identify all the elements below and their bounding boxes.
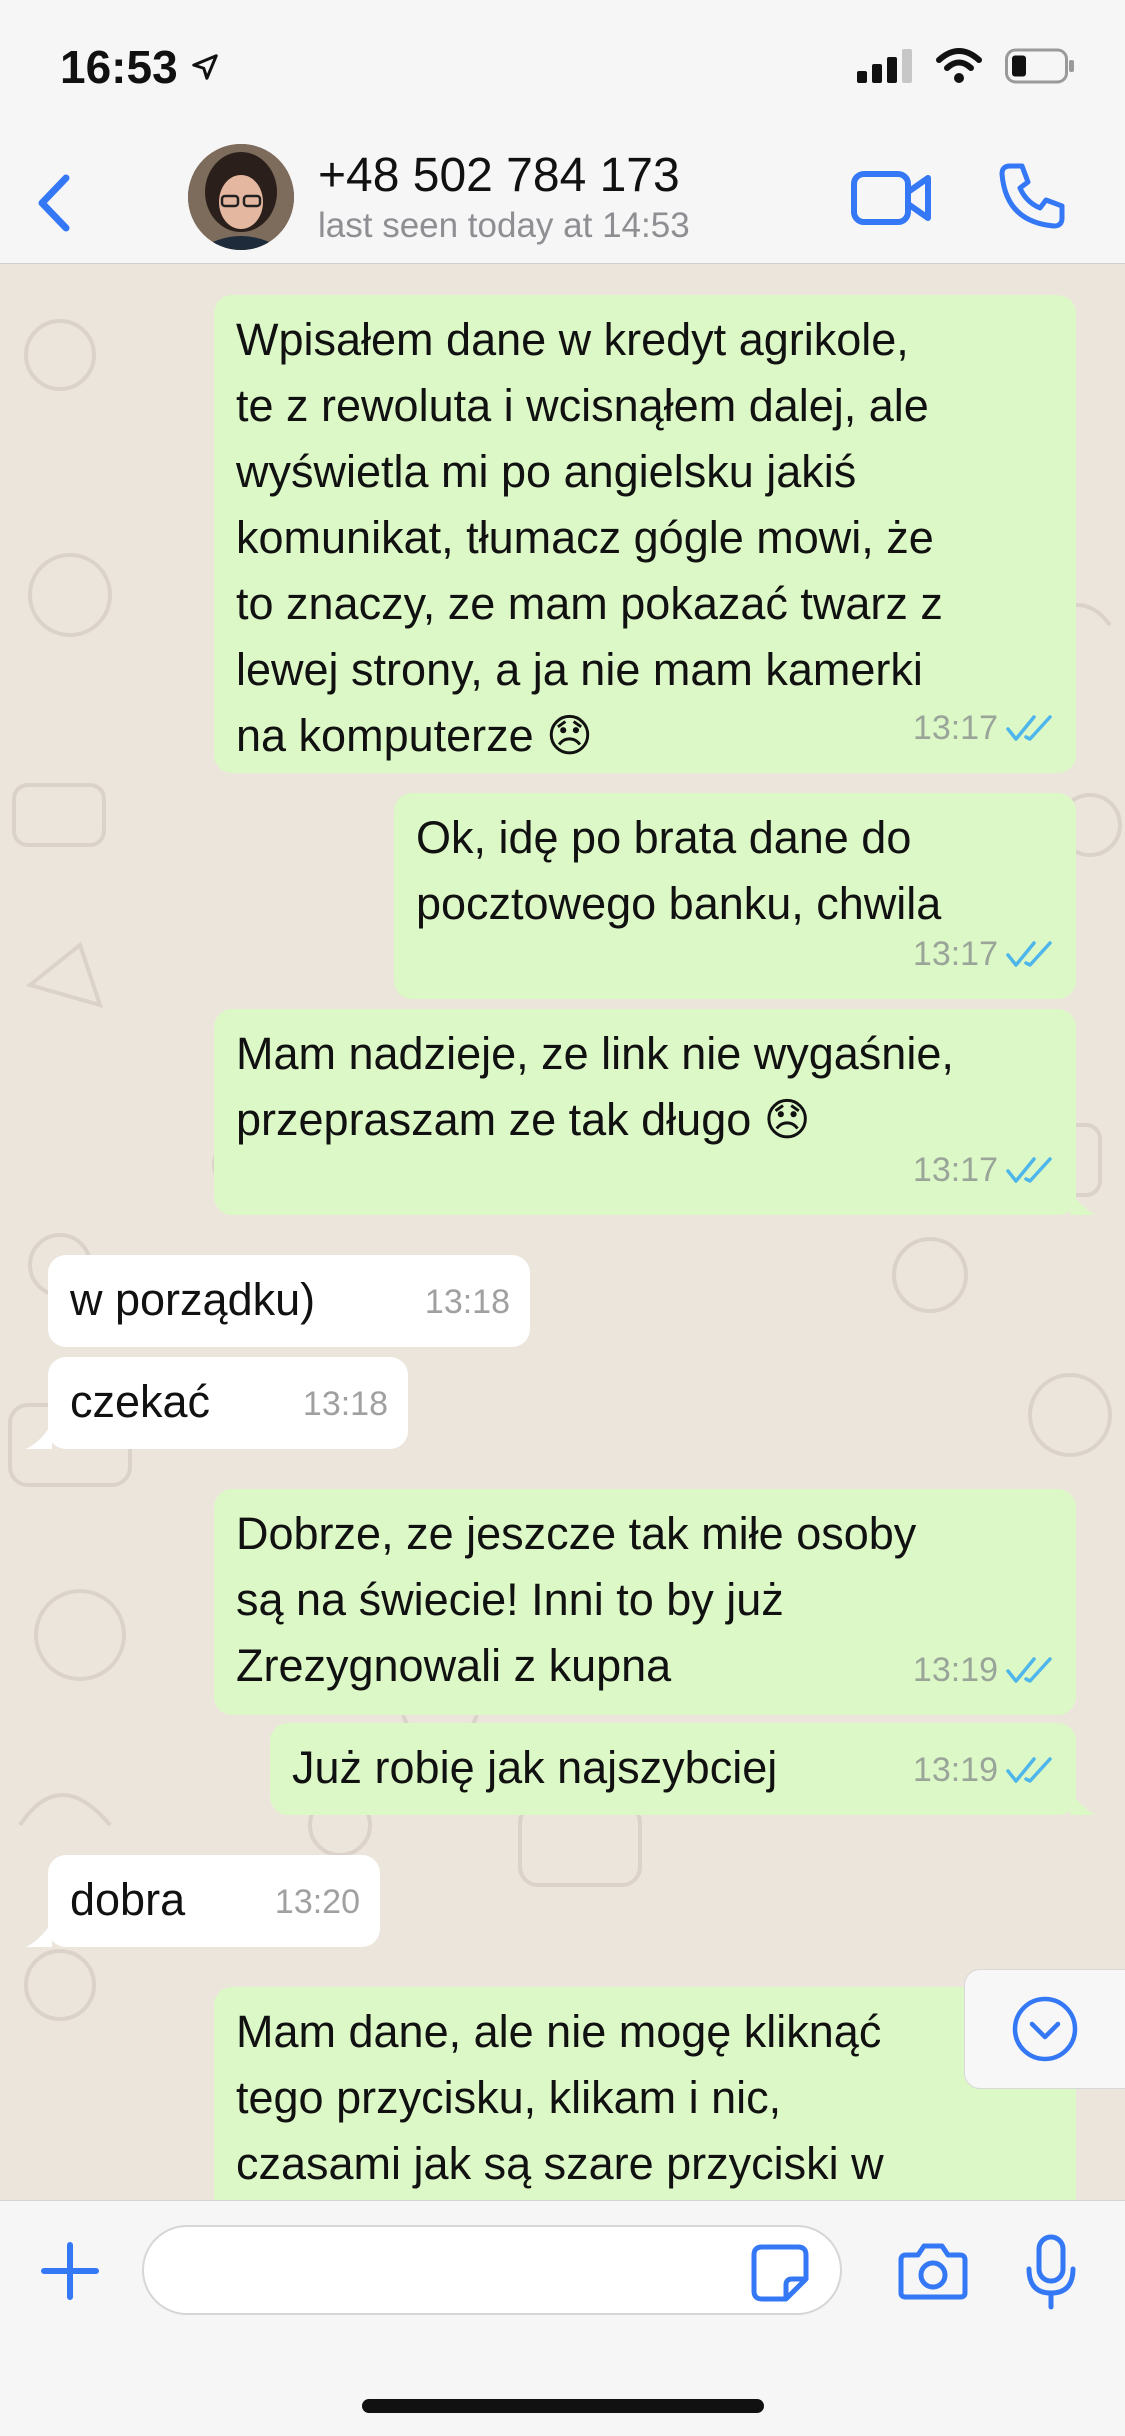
microphone-icon [1026, 2234, 1076, 2310]
message-meta: 13:18 [303, 1371, 388, 1437]
double-check-read-icon [1006, 1157, 1052, 1183]
message-meta: 13:19 [913, 1737, 1056, 1803]
bubble-tail [26, 1921, 52, 1947]
double-check-read-icon [1006, 1757, 1052, 1783]
location-arrow-icon [191, 54, 218, 80]
plus-icon [41, 2242, 99, 2300]
message-text: Ok, idę po brata dane do pocztowego bank… [416, 812, 942, 929]
double-check-read-icon [1006, 1657, 1052, 1683]
message-bubble-outgoing[interactable]: Dobrze, ze jeszcze tak miłe osoby są na … [214, 1489, 1076, 1715]
chevron-down-circle-icon [1012, 1996, 1078, 2062]
camera-button[interactable] [898, 2241, 968, 2301]
sticker-button[interactable] [750, 2243, 810, 2303]
message-text: Mam nadzieje, ze link nie wygaśnie, prze… [236, 1028, 954, 1145]
message-bubble-outgoing[interactable]: Już robię jak najszybciej 13:19 [270, 1723, 1076, 1815]
message-meta: 13:17 [913, 695, 1056, 761]
message-time: 13:18 [424, 1283, 510, 1321]
back-button[interactable] [22, 164, 92, 242]
message-meta: 13:19 [913, 1637, 1056, 1703]
message-bubble-incoming[interactable]: czekać 13:18 [48, 1357, 408, 1449]
message-time: 13:19 [912, 1751, 998, 1789]
home-indicator[interactable] [362, 2399, 764, 2413]
contact-name[interactable]: +48 502 784 173 [318, 148, 680, 203]
attach-button[interactable] [38, 2239, 102, 2303]
avatar[interactable] [188, 144, 294, 250]
phone-call-button[interactable] [996, 160, 1068, 232]
message-bubble-outgoing[interactable]: Ok, idę po brata dane do pocztowego bank… [394, 793, 1076, 999]
message-bubble-incoming[interactable]: dobra 13:20 [48, 1855, 380, 1947]
bubble-tail [26, 1423, 52, 1449]
double-check-read-icon [1006, 941, 1052, 967]
scroll-to-bottom-button[interactable] [964, 1969, 1125, 2089]
video-call-icon [851, 171, 931, 225]
double-check-read-icon [1006, 715, 1052, 741]
status-bar: 16:53 [0, 0, 1125, 140]
message-time: 13:19 [912, 1651, 998, 1689]
status-icons [857, 48, 1075, 84]
message-input-bar [0, 2200, 1125, 2436]
message-text: Już robię jak najszybciej [292, 1742, 778, 1793]
chat-header: +48 502 784 173 last seen today at 14:53 [0, 140, 1125, 264]
message-meta: 13:17 [913, 1137, 1056, 1203]
message-bubble-outgoing[interactable]: Wpisałem dane w kredyt agrikole, te z re… [214, 295, 1076, 773]
message-bubble-outgoing[interactable]: Mam dane, ale nie mogę kliknąć tego przy… [214, 1987, 1076, 2200]
chat-area[interactable]: Wpisałem dane w kredyt agrikole, te z re… [0, 265, 1125, 2200]
clock-text: 16:53 [60, 41, 178, 93]
message-meta: 13:17 [913, 921, 1056, 987]
message-time: 13:20 [274, 1883, 360, 1921]
message-bubble-outgoing[interactable]: Mam nadzieje, ze link nie wygaśnie, prze… [214, 1009, 1076, 1215]
signal-icon [857, 49, 912, 83]
message-bubble-incoming[interactable]: w porządku) 13:18 [48, 1255, 530, 1347]
sticker-icon [751, 2244, 809, 2302]
wifi-icon [936, 48, 982, 83]
message-time: 13:17 [912, 1151, 998, 1189]
message-time: 13:17 [912, 709, 998, 747]
last-seen-status: last seen today at 14:53 [318, 206, 690, 245]
message-meta: 13:20 [275, 1869, 360, 1935]
bubble-tail [1070, 1789, 1096, 1815]
bubble-tail [1070, 1189, 1096, 1215]
avatar-photo [188, 144, 294, 250]
message-meta: 13:18 [425, 1269, 510, 1335]
message-time: 13:17 [912, 935, 998, 973]
message-time: 13:18 [302, 1385, 388, 1423]
back-chevron-icon [38, 174, 70, 232]
message-input[interactable] [142, 2225, 842, 2315]
video-call-button[interactable] [850, 166, 934, 230]
microphone-button[interactable] [1024, 2233, 1078, 2311]
camera-icon [898, 2243, 968, 2300]
message-text: Mam dane, ale nie mogę kliknąć tego przy… [236, 2006, 884, 2189]
phone-call-icon [999, 163, 1065, 229]
battery-icon [1005, 48, 1074, 84]
status-time: 16:53 [60, 40, 220, 94]
